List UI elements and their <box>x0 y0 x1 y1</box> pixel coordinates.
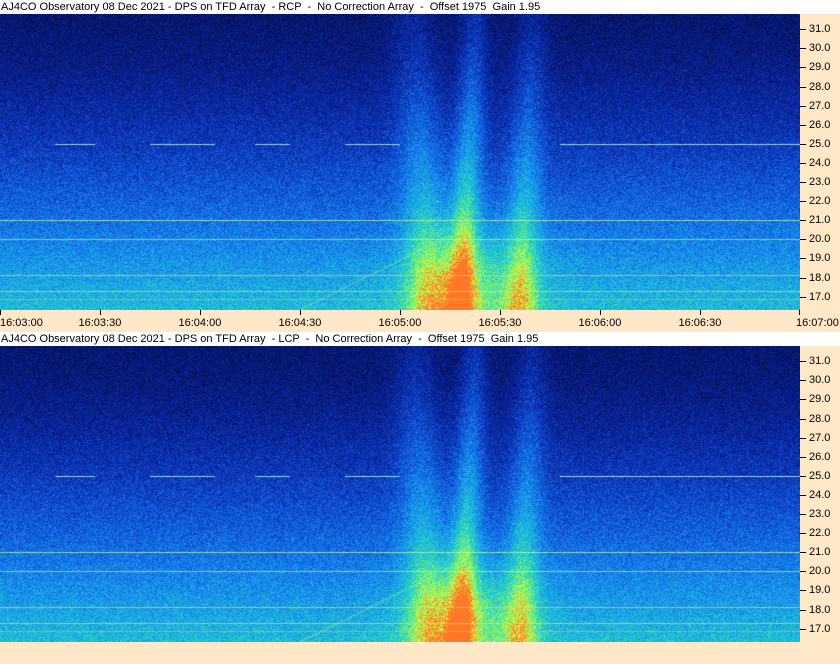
freq-label: 24.0 <box>809 488 831 501</box>
time-label: 16:07:00 <box>796 317 839 329</box>
freq-label: 22.0 <box>809 527 831 540</box>
lcp-spectrogram[interactable] <box>0 346 800 642</box>
freq-label: 27.0 <box>809 99 831 112</box>
freq-tick <box>800 590 806 592</box>
freq-tick <box>800 533 806 535</box>
freq-label: 19.0 <box>809 584 831 597</box>
lcp-frequency-axis: 31.0 30.0 29.0 28.0 27.0 26.0 25.0 24.0 23.0 22.0… <box>800 346 840 642</box>
freq-label: 20.0 <box>809 233 831 246</box>
freq-label: 26.0 <box>809 450 831 463</box>
freq-label: 24.0 <box>809 156 831 169</box>
freq-label: 28.0 <box>809 412 831 425</box>
rcp-title: AJ4CO Observatory 08 Dec 2021 - DPS on T… <box>0 0 840 14</box>
lcp-time-axis <box>0 642 840 664</box>
time-tick <box>400 310 401 315</box>
freq-tick <box>800 105 806 107</box>
freq-label: 26.0 <box>809 118 831 131</box>
time-tick <box>300 310 301 315</box>
freq-tick <box>800 437 806 439</box>
freq-tick <box>800 296 806 298</box>
rcp-frequency-axis: 31.0 30.0 29.0 28.0 27.0 26.0 25.0 24.0 23.0 22.0… <box>800 14 840 310</box>
time-label: 16:03:00 <box>0 317 43 329</box>
time-tick <box>600 310 601 315</box>
freq-label: 31.0 <box>809 23 831 36</box>
freq-label: 23.0 <box>809 508 831 521</box>
freq-label: 23.0 <box>809 176 831 189</box>
freq-tick <box>800 399 806 401</box>
freq-label: 20.0 <box>809 565 831 578</box>
freq-label: 18.0 <box>809 271 831 284</box>
lcp-panel: AJ4CO Observatory 08 Dec 2021 - DPS on T… <box>0 332 840 664</box>
freq-tick <box>800 143 806 145</box>
freq-tick <box>800 456 806 458</box>
time-tick <box>799 310 800 315</box>
freq-tick <box>800 86 806 88</box>
freq-tick <box>800 418 806 420</box>
freq-label: 17.0 <box>809 622 831 635</box>
time-tick <box>100 310 101 315</box>
freq-tick <box>800 380 806 382</box>
freq-tick <box>800 361 806 363</box>
freq-label: 17.0 <box>809 290 831 303</box>
freq-label: 25.0 <box>809 469 831 482</box>
freq-label: 27.0 <box>809 431 831 444</box>
freq-tick <box>800 182 806 184</box>
freq-tick <box>800 67 806 69</box>
time-label: 16:05:00 <box>378 317 422 329</box>
time-label: 16:06:00 <box>578 317 622 329</box>
freq-label: 21.0 <box>809 546 831 559</box>
freq-tick <box>800 628 806 630</box>
freq-tick <box>800 29 806 31</box>
freq-label: 28.0 <box>809 80 831 93</box>
freq-tick <box>800 609 806 611</box>
freq-label: 18.0 <box>809 603 831 616</box>
time-axis: 16:03:00 16:03:30 16:04:00 16:04:30 16:05:00… <box>0 310 840 332</box>
freq-tick <box>800 201 806 203</box>
time-tick <box>500 310 501 315</box>
freq-label: 31.0 <box>809 355 831 368</box>
freq-label: 30.0 <box>809 374 831 387</box>
time-label: 16:04:00 <box>178 317 222 329</box>
freq-label: 21.0 <box>809 214 831 227</box>
freq-label: 22.0 <box>809 195 831 208</box>
freq-tick <box>800 239 806 241</box>
freq-label: 30.0 <box>809 42 831 55</box>
rcp-spectrogram[interactable] <box>0 14 800 310</box>
time-label: 16:04:30 <box>278 317 322 329</box>
time-label: 16:06:30 <box>678 317 722 329</box>
freq-label: 19.0 <box>809 252 831 265</box>
freq-label: 29.0 <box>809 61 831 74</box>
freq-label: 29.0 <box>809 393 831 406</box>
freq-tick <box>800 48 806 50</box>
freq-tick <box>800 162 806 164</box>
freq-tick <box>800 475 806 477</box>
time-label: 16:05:30 <box>478 317 522 329</box>
freq-tick <box>800 494 806 496</box>
freq-tick <box>800 514 806 516</box>
freq-tick <box>800 258 806 260</box>
freq-tick <box>800 220 806 222</box>
time-tick <box>0 310 1 315</box>
freq-tick <box>800 277 806 279</box>
time-label: 16:03:30 <box>78 317 122 329</box>
time-tick <box>700 310 701 315</box>
freq-tick <box>800 571 806 573</box>
lcp-title: AJ4CO Observatory 08 Dec 2021 - DPS on T… <box>0 332 840 346</box>
time-tick <box>200 310 201 315</box>
freq-tick <box>800 552 806 554</box>
freq-tick <box>800 124 806 126</box>
freq-label: 25.0 <box>809 137 831 150</box>
rcp-panel: AJ4CO Observatory 08 Dec 2021 - DPS on T… <box>0 0 840 332</box>
